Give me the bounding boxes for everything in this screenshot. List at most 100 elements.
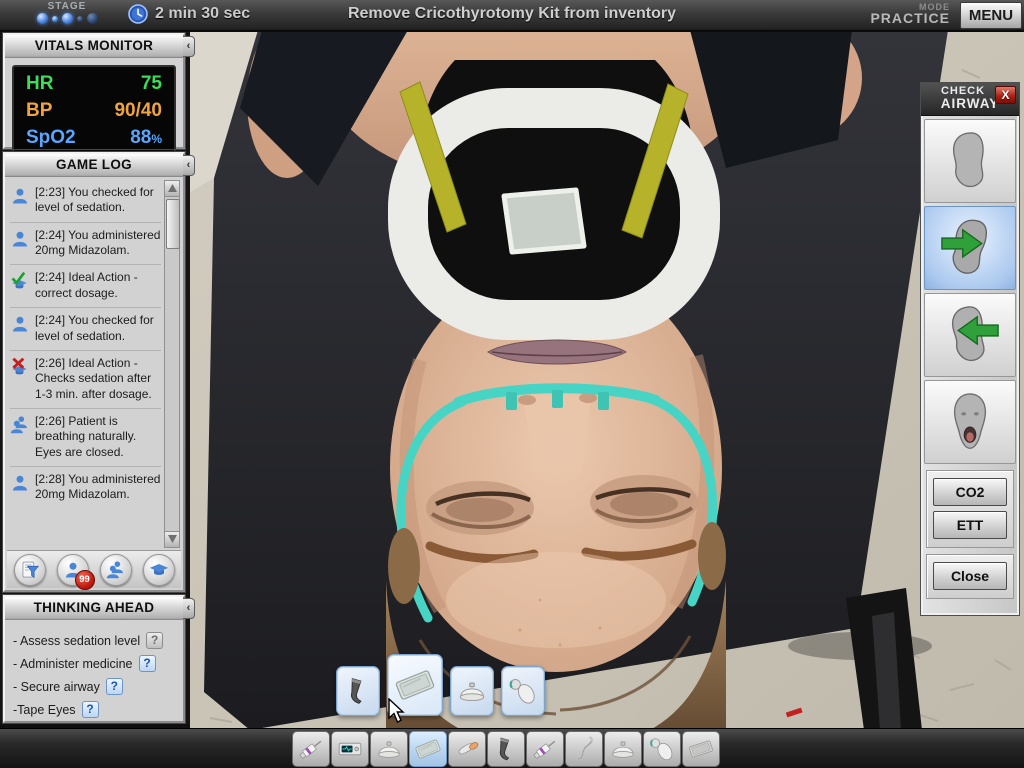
elapsed-timer: 2 min 30 sec bbox=[128, 4, 250, 24]
hair-tuft-left bbox=[388, 528, 420, 604]
quick-cricothyrotomy-kit-button[interactable] bbox=[387, 654, 443, 716]
airway-tool-group: CO2 ETT bbox=[926, 470, 1014, 548]
check-airway-header: CHECK AIRWAY X bbox=[921, 83, 1019, 116]
mode-indicator: MODE PRACTICE bbox=[870, 2, 950, 26]
vital-value: 75 bbox=[141, 70, 162, 97]
log-filter-row: 99 bbox=[7, 550, 181, 588]
syringe-icon bbox=[530, 734, 560, 764]
thinking-ahead-item-text: - Secure airway bbox=[13, 680, 100, 694]
airway-close-group: Close bbox=[926, 554, 1014, 599]
mode-value: PRACTICE bbox=[870, 10, 950, 26]
help-icon[interactable]: ? bbox=[82, 701, 99, 718]
inventory-syringe-button[interactable] bbox=[292, 731, 330, 767]
vital-label: BP bbox=[26, 97, 52, 124]
log-entry: [2:24] Ideal Action - correct dosage. bbox=[10, 265, 161, 308]
inventory-laryngoscope-button[interactable] bbox=[487, 731, 525, 767]
syringe-icon bbox=[296, 734, 326, 764]
thinking-ahead-item-text: -Tape Eyes bbox=[13, 703, 76, 717]
scrollbar-thumb[interactable] bbox=[166, 199, 180, 249]
game-log-collapse-tab[interactable]: ‹ bbox=[183, 155, 195, 176]
log-entry-text: [2:26] Ideal Action - Checks sedation af… bbox=[35, 356, 161, 402]
game-log-scrollbar[interactable] bbox=[164, 180, 180, 548]
inventory-toolbar bbox=[0, 728, 1024, 768]
log-entry-text: [2:23] You checked for level of sedation… bbox=[35, 185, 161, 216]
help-icon[interactable]: ? bbox=[106, 678, 123, 695]
quick-bvm-button[interactable] bbox=[501, 666, 545, 716]
inventory-stylet-button[interactable] bbox=[565, 731, 603, 767]
head-neutral-button[interactable] bbox=[924, 119, 1016, 203]
inventory-oral-airway-button[interactable] bbox=[448, 731, 486, 767]
timer-clock-icon bbox=[128, 4, 148, 24]
head-tilt-arrow-right-button[interactable] bbox=[924, 206, 1016, 290]
people-icon bbox=[10, 415, 30, 435]
log-filter-person-button[interactable]: 99 bbox=[57, 554, 89, 586]
vitals-collapse-tab[interactable]: ‹ bbox=[183, 36, 195, 57]
scroll-up-icon[interactable] bbox=[165, 181, 179, 197]
help-icon[interactable]: ? bbox=[146, 632, 163, 649]
thinking-ahead-collapse-tab[interactable]: ‹ bbox=[183, 598, 195, 619]
top-bar: STAGE 2 min 30 sec Remove Cricothyrotomy… bbox=[0, 0, 1024, 32]
inventory-suction-dome-button[interactable] bbox=[604, 731, 642, 767]
inventory-cricothyrotomy-kit-button[interactable] bbox=[409, 731, 447, 767]
head-arrow-left-button[interactable] bbox=[924, 293, 1016, 377]
suction-dome-icon bbox=[374, 734, 404, 764]
stage-dot-4 bbox=[77, 16, 83, 22]
thinking-ahead-item-text: - Administer medicine bbox=[13, 657, 133, 671]
stage-indicator: STAGE bbox=[12, 1, 122, 24]
inventory-kit-pack-button[interactable] bbox=[682, 731, 720, 767]
thinking-ahead-item: - Administer medicine? bbox=[13, 652, 183, 675]
log-entry-text: [2:24] Ideal Action - correct dosage. bbox=[35, 270, 161, 301]
stage-dot-1 bbox=[37, 13, 48, 24]
vital-row-hr: HR 75 bbox=[26, 70, 162, 97]
vitals-screen: HR 75 BP 90/40 SpO2 88% bbox=[12, 65, 176, 157]
vital-value: 90/40 bbox=[114, 97, 162, 124]
quick-laryngoscope-button[interactable] bbox=[336, 666, 380, 716]
vital-label: HR bbox=[26, 70, 53, 97]
stage-dot-5 bbox=[87, 13, 98, 24]
log-entry: [2:24] You checked for level of sedation… bbox=[10, 308, 161, 351]
game-log-header: GAME LOG bbox=[5, 154, 183, 177]
head-open-mouth-button[interactable] bbox=[924, 380, 1016, 464]
log-entry-text: [2:26] Patient is breathing naturally. E… bbox=[35, 414, 161, 460]
left-sidebar: VITALS MONITOR ‹ HR75BP90/40SpO288% GAME… bbox=[0, 30, 190, 724]
laryngoscope-icon bbox=[341, 674, 375, 708]
laryngoscope-icon bbox=[491, 734, 521, 764]
thinking-ahead-list: - Assess sedation level?- Administer med… bbox=[5, 620, 183, 721]
person-icon bbox=[10, 473, 30, 493]
vital-unit: % bbox=[151, 132, 162, 146]
inventory-bvm-button[interactable] bbox=[643, 731, 681, 767]
ett-button[interactable]: ETT bbox=[933, 511, 1007, 539]
thinking-ahead-item: - Secure airway? bbox=[13, 675, 183, 698]
thinking-ahead-header: THINKING AHEAD bbox=[5, 597, 183, 620]
collar-window bbox=[504, 190, 584, 252]
co2-button[interactable]: CO2 bbox=[933, 478, 1007, 506]
monitor-device-icon bbox=[335, 734, 365, 764]
game-log-panel: GAME LOG ‹ [2:23] You checked for level … bbox=[3, 152, 185, 592]
close-button[interactable]: Close bbox=[933, 562, 1007, 590]
log-filter-log-filter-button[interactable] bbox=[14, 554, 46, 586]
inventory-syringe-button[interactable] bbox=[526, 731, 564, 767]
stylet-icon bbox=[569, 734, 599, 764]
inventory-monitor-device-button[interactable] bbox=[331, 731, 369, 767]
kit-pack-icon bbox=[686, 734, 716, 764]
cap-check-icon bbox=[10, 271, 30, 291]
log-entry-text: [2:24] You administered 20mg Midazolam. bbox=[35, 228, 161, 259]
vital-label: SpO2 bbox=[26, 124, 76, 153]
cricothyrotomy-kit-icon bbox=[413, 734, 443, 764]
hair-tuft-right bbox=[698, 522, 726, 590]
person-icon bbox=[10, 314, 30, 334]
quick-tool-row bbox=[336, 654, 545, 716]
quick-suction-dome-button[interactable] bbox=[450, 666, 494, 716]
log-filter-cap-button[interactable] bbox=[143, 554, 175, 586]
suction-dome-icon bbox=[455, 674, 489, 708]
log-filter-people-button[interactable] bbox=[100, 554, 132, 586]
inventory-suction-dome-button[interactable] bbox=[370, 731, 408, 767]
suction-dome-icon bbox=[608, 734, 638, 764]
help-icon[interactable]: ? bbox=[139, 655, 156, 672]
close-icon[interactable]: X bbox=[995, 86, 1016, 104]
vital-value: 88% bbox=[130, 124, 162, 153]
stage-label: STAGE bbox=[12, 1, 122, 12]
vitals-monitor-header: VITALS MONITOR bbox=[5, 35, 183, 58]
menu-button[interactable]: MENU bbox=[960, 2, 1022, 29]
scroll-down-icon[interactable] bbox=[165, 531, 179, 547]
